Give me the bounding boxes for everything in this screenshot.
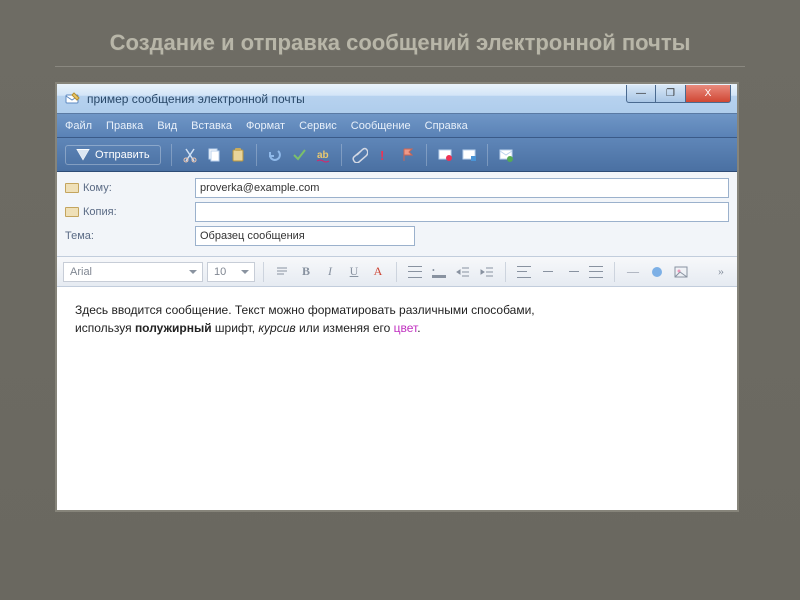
cut-icon[interactable]: [182, 147, 198, 163]
numbered-list-button[interactable]: [405, 262, 425, 282]
to-label-area[interactable]: Кому:: [65, 182, 195, 194]
screenshot-frame: пример сообщения электронной почты — ❐ X…: [55, 82, 739, 512]
svg-text:ab: ab: [317, 150, 329, 161]
bold-button[interactable]: B: [296, 262, 316, 282]
encrypt-icon[interactable]: [461, 147, 477, 163]
font-size-select[interactable]: 10: [207, 262, 255, 282]
toolbar-separator: [171, 144, 172, 166]
to-label: Кому:: [83, 182, 112, 194]
svg-text:!: !: [380, 148, 384, 163]
subject-input[interactable]: [195, 226, 415, 246]
body-text: шрифт,: [212, 321, 259, 335]
main-toolbar: Отправить ab !: [57, 138, 737, 172]
menu-message[interactable]: Сообщение: [351, 120, 411, 132]
copy-icon[interactable]: [206, 147, 222, 163]
toolbar-separator: [341, 144, 342, 166]
body-text: .: [417, 321, 420, 335]
format-separator: [263, 262, 264, 282]
close-button[interactable]: X: [686, 85, 731, 103]
window-title: пример сообщения электронной почты: [87, 92, 626, 106]
undo-icon[interactable]: [267, 147, 283, 163]
menubar: Файл Правка Вид Вставка Формат Сервис Со…: [57, 114, 737, 138]
message-body[interactable]: Здесь вводится сообщение. Текст можно фо…: [57, 287, 737, 510]
flag-icon[interactable]: [400, 147, 416, 163]
cc-label: Копия:: [83, 206, 117, 218]
cc-input[interactable]: [195, 202, 729, 222]
spellcheck-icon[interactable]: ab: [315, 147, 331, 163]
menu-view[interactable]: Вид: [157, 120, 177, 132]
menu-edit[interactable]: Правка: [106, 120, 143, 132]
subject-label-area: Тема:: [65, 230, 195, 242]
body-text: или изменяя его: [296, 321, 394, 335]
font-select[interactable]: Arial: [63, 262, 203, 282]
toolbar-overflow-button[interactable]: »: [711, 262, 731, 282]
justify-button[interactable]: [586, 262, 606, 282]
check-icon[interactable]: [291, 147, 307, 163]
font-color-button[interactable]: A: [368, 262, 388, 282]
menu-format[interactable]: Формат: [246, 120, 285, 132]
email-compose-window: пример сообщения электронной почты — ❐ X…: [57, 84, 737, 510]
subject-label: Тема:: [65, 230, 94, 242]
paragraph-icon[interactable]: [272, 262, 292, 282]
subject-row: Тема:: [65, 226, 729, 246]
titlebar: пример сообщения электронной почты — ❐ X: [57, 84, 737, 114]
toolbar-separator: [426, 144, 427, 166]
image-button[interactable]: [671, 262, 691, 282]
italic-button[interactable]: I: [320, 262, 340, 282]
menu-file[interactable]: Файл: [65, 120, 92, 132]
link-button[interactable]: [647, 262, 667, 282]
title-divider: [55, 66, 745, 67]
attach-icon[interactable]: [352, 147, 368, 163]
format-separator: [396, 262, 397, 282]
minimize-button[interactable]: —: [626, 85, 656, 103]
align-center-button[interactable]: [538, 262, 558, 282]
indent-button[interactable]: [477, 262, 497, 282]
to-input[interactable]: [195, 178, 729, 198]
underline-button[interactable]: U: [344, 262, 364, 282]
priority-icon[interactable]: !: [376, 147, 392, 163]
italic-sample: курсив: [258, 321, 295, 335]
cc-row: Копия:: [65, 202, 729, 222]
format-separator: [614, 262, 615, 282]
maximize-button[interactable]: ❐: [656, 85, 686, 103]
format-separator: [505, 262, 506, 282]
body-text: используя: [75, 321, 135, 335]
hr-button[interactable]: —: [623, 262, 643, 282]
email-headers: Кому: Копия: Тема:: [57, 172, 737, 257]
addressbook-icon: [65, 183, 79, 193]
addressbook-icon: [65, 207, 79, 217]
outdent-button[interactable]: [453, 262, 473, 282]
toolbar-separator: [487, 144, 488, 166]
toolbar-separator: [256, 144, 257, 166]
menu-insert[interactable]: Вставка: [191, 120, 232, 132]
menu-help[interactable]: Справка: [425, 120, 468, 132]
send-button[interactable]: Отправить: [65, 145, 161, 165]
to-row: Кому:: [65, 178, 729, 198]
cc-label-area[interactable]: Копия:: [65, 206, 195, 218]
format-toolbar: Arial 10 B I U A —: [57, 257, 737, 287]
bold-sample: полужирный: [135, 321, 212, 335]
align-right-button[interactable]: [562, 262, 582, 282]
menu-service[interactable]: Сервис: [299, 120, 337, 132]
paste-icon[interactable]: [230, 147, 246, 163]
body-text: Здесь вводится сообщение. Текст можно фо…: [75, 303, 535, 317]
compose-mail-icon: [65, 91, 81, 107]
align-left-button[interactable]: [514, 262, 534, 282]
sign-icon[interactable]: [437, 147, 453, 163]
offline-icon[interactable]: [498, 147, 514, 163]
window-controls: — ❐ X: [626, 85, 731, 103]
bullet-list-button[interactable]: [429, 262, 449, 282]
colored-sample: цвет: [394, 321, 418, 335]
send-button-label: Отправить: [95, 149, 150, 161]
slide-title: Создание и отправка сообщений электронно…: [55, 30, 745, 56]
envelope-icon: [76, 149, 90, 161]
